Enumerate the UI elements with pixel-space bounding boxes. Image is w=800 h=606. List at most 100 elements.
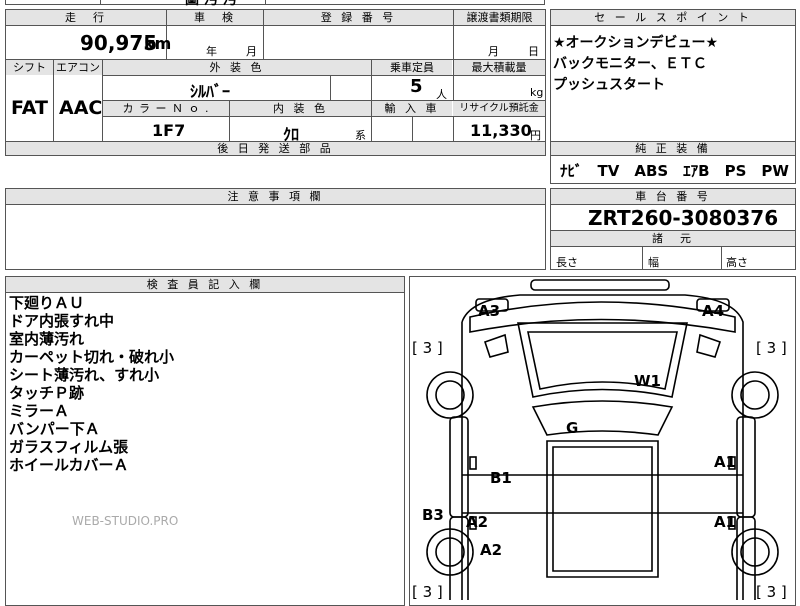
watermark: WEB-STUDIO.PRO	[72, 514, 179, 528]
col-line	[229, 100, 230, 141]
header-registration-no: 登 録 番 号	[264, 10, 453, 25]
inspector-note: カーペット切れ・破れ小	[9, 348, 175, 366]
sales-point-line: バックモニター、ＥＴＣ	[553, 56, 707, 72]
aircon-value: AAC	[59, 97, 103, 119]
right-front-door	[736, 416, 756, 518]
right-mirror	[696, 333, 722, 358]
col-line	[263, 9, 264, 59]
header-inspection: 車 検	[167, 10, 263, 25]
mark-b1: B1	[490, 469, 512, 487]
left-mirror	[483, 333, 509, 358]
top-cut-strip	[5, 0, 545, 5]
header-transfer-deadline: 譲渡書類期限	[454, 10, 545, 25]
inspection-month-label: 月	[246, 45, 257, 58]
header-import: 輸 入 車	[372, 101, 452, 116]
inspector-notes-list: 下廻りＡＵ ドア内張すれ中 室内薄汚れ カーペット切れ・破れ小 シート薄汚れ、す…	[9, 294, 174, 474]
header-shift: シフト	[6, 60, 53, 75]
inspector-note: ホイールカバーＡ	[9, 456, 129, 474]
mark-a1-rear: A1	[714, 513, 736, 531]
col-line	[453, 9, 454, 59]
inspector-note: バンパー下Ａ	[9, 420, 100, 438]
sales-point-line: プッシュスタート	[553, 77, 665, 93]
col-line	[721, 246, 722, 270]
inspector-note: ガラスフィルム張	[9, 438, 129, 456]
transfer-month-label: 月	[488, 45, 499, 58]
sales-point-line: ★オークションデビュー★	[553, 35, 719, 51]
mark-a1-front: A1	[714, 453, 736, 471]
col-line	[412, 116, 413, 141]
standard-equipment-value: ﾅﾋﾞ TV ABS ｴｱB PS PW	[560, 162, 789, 180]
header-capacity: 乗車定員	[372, 60, 452, 75]
inspector-header: 検 査 員 記 入 欄	[6, 277, 404, 292]
row-line	[5, 292, 405, 293]
transfer-day-label: 日	[528, 45, 539, 58]
inspection-year-label: 年	[206, 45, 217, 58]
inspector-note: ドア内張すれ中	[9, 312, 115, 330]
front-right-wheel	[731, 371, 779, 419]
color-no-value: 1F7	[152, 121, 186, 140]
header-exterior-color: 外 装 色	[103, 60, 371, 75]
top-strip-divider	[100, 0, 101, 5]
top-strip-divider	[265, 0, 266, 5]
inspector-note: シート薄汚れ、すれ小	[9, 366, 160, 384]
sales-points-header: セ ー ル ス ポ イ ン ト	[551, 10, 795, 25]
row-line	[5, 204, 546, 205]
hood-outline	[517, 322, 688, 398]
chassis-header: 車 台 番 号	[551, 189, 795, 204]
left-front-door	[449, 416, 469, 518]
capacity-value: 5	[410, 76, 423, 97]
tire-label-fl: [ 3 ]	[412, 339, 443, 357]
inspector-note: ミラーＡ	[9, 402, 70, 420]
roof-outline	[546, 440, 659, 578]
recycle-fee-value: 11,330	[470, 121, 532, 140]
col-line	[330, 75, 331, 100]
header-aircon: エアコン	[54, 60, 102, 75]
header-interior-color: 内 装 色	[230, 101, 371, 116]
tire-label-rl: [ 3 ]	[412, 583, 443, 600]
mileage-unit: km	[144, 34, 172, 53]
chassis-number: ZRT260-3080376	[588, 206, 779, 230]
row-line	[102, 75, 546, 76]
mark-a3: A3	[478, 302, 500, 320]
length-label: 長さ	[556, 256, 578, 269]
standard-equipment-header: 純 正 装 備	[551, 142, 795, 155]
height-label: 高さ	[726, 256, 748, 269]
inspector-note: 室内薄汚れ	[9, 330, 85, 348]
dims-header: 諸 元	[551, 231, 795, 246]
mark-a4: A4	[702, 302, 724, 320]
header-color-no: カ ラ ー Ｎ ｏ .	[103, 101, 229, 116]
roof-inner-outline	[552, 446, 653, 572]
max-load-unit: kg	[530, 86, 544, 99]
row-line	[550, 25, 796, 26]
row-line	[5, 25, 546, 26]
header-later-parts: 後 日 発 送 部 品	[6, 142, 545, 155]
inspector-note: 下廻りＡＵ	[9, 294, 85, 312]
row-line	[550, 246, 796, 247]
shift-value: FAT	[11, 97, 48, 119]
header-max-load: 最大積載量	[453, 60, 545, 75]
mark-w1: W1	[634, 372, 661, 390]
tire-label-fr: [ 3 ]	[756, 339, 787, 357]
front-left-wheel	[426, 371, 474, 419]
front-bumper-outline	[469, 301, 736, 333]
exterior-color-value: ｼﾙﾊﾞｰ	[190, 82, 231, 101]
tire-label-rr: [ 3 ]	[756, 583, 787, 600]
windshield-outline	[531, 400, 674, 436]
mark-g: G	[566, 419, 578, 437]
car-diagram: A3 A4 W1 G B1 B3 A2 A2 A1 A1 [ 3 ] [ 3 ]…	[412, 279, 787, 600]
inspector-note: タッチＰ跡	[9, 384, 85, 402]
mark-a2-door: A2	[466, 513, 488, 531]
width-label: 幅	[648, 256, 659, 269]
mark-b3: B3	[422, 506, 444, 524]
caution-header: 注 意 事 項 欄	[6, 189, 545, 204]
door-handle	[469, 456, 477, 470]
header-recycle-fee: リサイクル預託金	[453, 101, 545, 116]
row-line	[550, 204, 796, 205]
col-line	[642, 246, 643, 270]
front-plate-outline	[530, 279, 670, 291]
row-line	[102, 116, 546, 117]
top-cut-text: 圖 汚 汚	[185, 0, 237, 8]
col-line	[53, 59, 54, 141]
header-mileage: 走 行	[6, 10, 166, 25]
mark-a2-rear: A2	[480, 541, 502, 559]
